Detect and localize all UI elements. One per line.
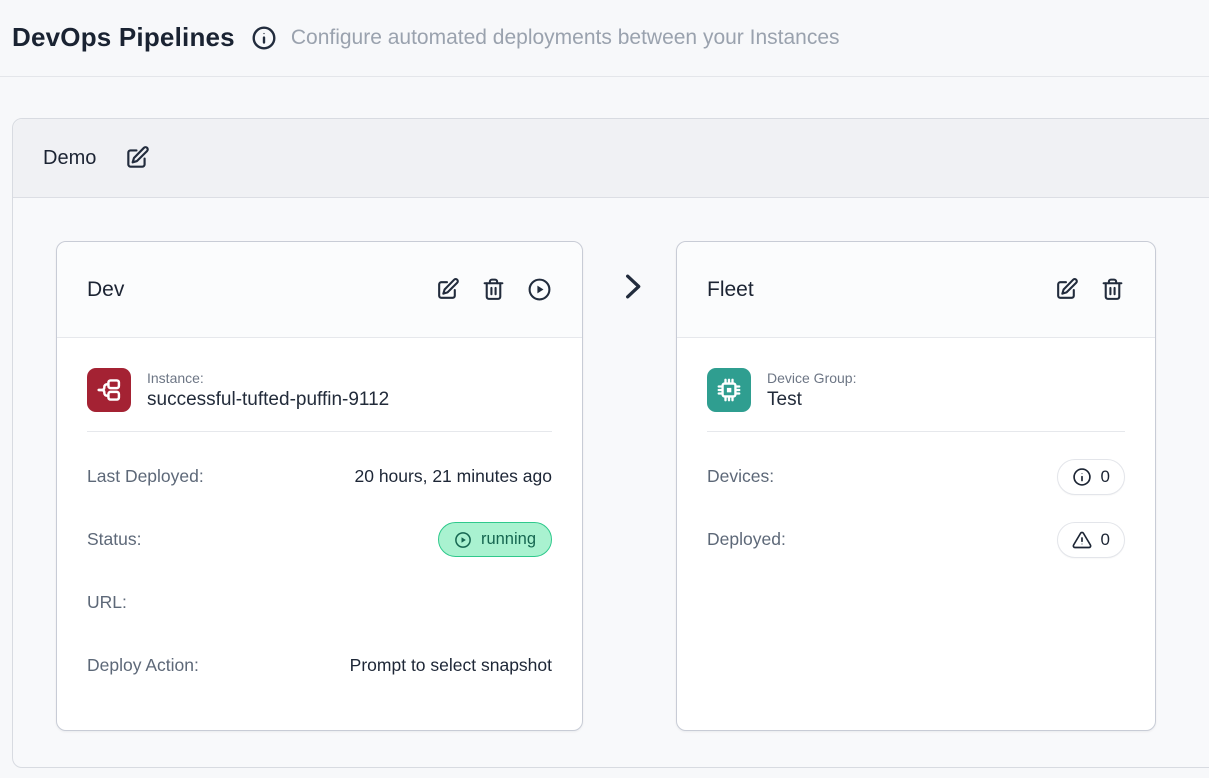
- warning-triangle-icon: [1072, 530, 1092, 550]
- device-group-icon: [707, 368, 751, 412]
- url-label: URL:: [87, 592, 127, 613]
- info-circle-icon: [1072, 467, 1092, 487]
- deployed-label: Deployed:: [707, 529, 786, 550]
- fleet-card-title: Fleet: [707, 278, 754, 302]
- dev-card-title: Dev: [87, 278, 124, 302]
- info-circle-icon[interactable]: [251, 25, 277, 51]
- entity-divider: [87, 431, 552, 432]
- pipeline-panel: Demo Dev: [12, 118, 1209, 768]
- stage-card-dev: Dev: [56, 241, 583, 731]
- instance-icon: [87, 368, 131, 412]
- devices-label: Devices:: [707, 466, 774, 487]
- last-deployed-row: Last Deployed: 20 hours, 21 minutes ago: [87, 458, 552, 495]
- delete-fleet-icon[interactable]: [1100, 277, 1125, 302]
- delete-stage-icon[interactable]: [481, 277, 506, 302]
- last-deployed-label: Last Deployed:: [87, 466, 204, 487]
- edit-fleet-icon[interactable]: [1054, 277, 1079, 302]
- deployed-count-pill[interactable]: 0: [1057, 522, 1125, 558]
- url-row: URL:: [87, 584, 552, 621]
- instance-row: Instance: successful-tufted-puffin-9112: [87, 368, 552, 412]
- device-group-name: Test: [767, 389, 856, 411]
- devices-count-pill[interactable]: 0: [1057, 459, 1125, 495]
- stage-card-fleet: Fleet: [676, 241, 1156, 731]
- page-title: DevOps Pipelines: [12, 22, 235, 53]
- deploy-action-value: Prompt to select snapshot: [350, 655, 552, 676]
- fleet-card-header: Fleet: [677, 242, 1155, 338]
- device-group-row: Device Group: Test: [707, 368, 1125, 412]
- device-group-label: Device Group:: [767, 370, 856, 386]
- last-deployed-value: 20 hours, 21 minutes ago: [355, 466, 553, 487]
- page-subtitle: Configure automated deployments between …: [291, 26, 840, 50]
- deployed-row: Deployed: 0: [707, 521, 1125, 558]
- dev-card-header: Dev: [57, 242, 582, 338]
- page-header: DevOps Pipelines Configure automated dep…: [0, 0, 1209, 77]
- chevron-right-icon: [616, 270, 649, 303]
- pipeline-panel-header: Demo: [13, 119, 1209, 198]
- devices-count: 0: [1101, 467, 1110, 487]
- header-divider: [0, 76, 1209, 77]
- status-badge-label: running: [481, 530, 536, 549]
- status-label: Status:: [87, 529, 141, 550]
- instance-label: Instance:: [147, 370, 389, 386]
- deployed-count: 0: [1101, 530, 1110, 550]
- instance-name: successful-tufted-puffin-9112: [147, 389, 389, 411]
- status-badge: running: [438, 522, 552, 557]
- edit-pipeline-icon[interactable]: [124, 145, 150, 171]
- devices-row: Devices: 0: [707, 458, 1125, 495]
- deploy-action-row: Deploy Action: Prompt to select snapshot: [87, 647, 552, 684]
- run-deploy-icon[interactable]: [527, 277, 552, 302]
- edit-stage-icon[interactable]: [435, 277, 460, 302]
- entity-divider: [707, 431, 1125, 432]
- status-row: Status: running: [87, 521, 552, 558]
- running-play-icon: [454, 531, 472, 549]
- pipeline-name: Demo: [43, 147, 96, 170]
- deploy-action-label: Deploy Action:: [87, 655, 199, 676]
